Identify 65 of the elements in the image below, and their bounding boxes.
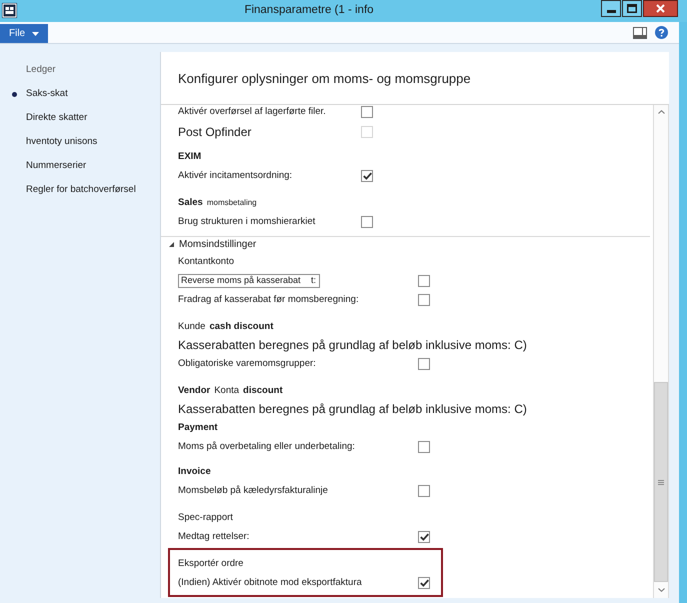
caret-down-icon	[32, 32, 40, 36]
section-heading: discount	[243, 386, 283, 396]
minimize-button[interactable]	[601, 0, 621, 17]
section-heading: EXIM	[178, 152, 202, 162]
checkbox[interactable]	[418, 441, 430, 453]
checkmark-icon	[362, 172, 372, 180]
chevron-down-icon	[658, 588, 664, 592]
maximize-icon	[627, 4, 637, 13]
close-icon	[656, 4, 665, 13]
checkbox-label: Aktivér overførsel af lagerførte filer.	[178, 107, 326, 117]
checkbox-label: Momsbeløb på kæledyrsfakturalinje	[178, 486, 328, 496]
checkbox-label: Brug strukturen i momshierarkiet	[178, 217, 316, 227]
checkbox-label: Moms på overbetaling eller underbetaling:	[178, 442, 355, 452]
section-heading: Sales	[178, 198, 203, 208]
panel-title: Konfigurer oplysninger om moms- og momsgruppe	[178, 72, 471, 84]
help-icon[interactable]	[655, 26, 668, 39]
checkbox-label: (Indien) Aktivér obitnote mod eksportfaktura	[178, 578, 362, 588]
scrollbar-track[interactable]	[653, 105, 669, 598]
checkbox[interactable]	[418, 274, 430, 286]
info-text: Kasserabatten beregnes på grundlag af beløb inklusive moms: C)	[178, 339, 527, 351]
window-title: Finansparametre (1 - info	[244, 5, 374, 17]
checkbox-label: Medtag rettelser:	[178, 532, 250, 542]
group-title[interactable]: Momsindstillinger	[179, 240, 256, 250]
checkbox[interactable]	[418, 485, 430, 497]
checkbox[interactable]	[418, 358, 430, 370]
info-text: Kasserabatten beregnes på grundlag af beløb inklusive moms: C)	[178, 403, 527, 415]
chevron-up-icon	[658, 110, 664, 114]
checkmark-icon	[420, 533, 428, 541]
close-button[interactable]	[643, 0, 678, 17]
nav-item[interactable]: Direkte skatter	[0, 106, 160, 130]
field-label: Konta	[214, 386, 240, 396]
section-heading: Vendor	[178, 386, 210, 396]
layout-icon[interactable]	[633, 26, 647, 38]
nav-item[interactable]: Nummerserier	[0, 154, 160, 178]
checkbox-label: Fradrag af kasserabat før momsberegning:	[178, 295, 359, 305]
checkbox[interactable]	[361, 106, 373, 118]
nav-item[interactable]: Saks-skat	[0, 82, 160, 106]
field-label: Kunde	[178, 322, 206, 332]
nav-item[interactable]: hventoty unisons	[0, 130, 160, 154]
checkmark-icon	[420, 579, 428, 587]
checkbox-label: Aktivér incitamentsordning:	[178, 171, 292, 181]
section-heading: Payment	[178, 422, 218, 432]
scrollbar-thumb[interactable]	[654, 382, 668, 582]
file-menu-button[interactable]: File	[0, 24, 48, 43]
minimize-icon	[606, 10, 616, 13]
grip-icon	[658, 480, 664, 484]
app-icon	[2, 3, 17, 18]
text-field[interactable]: Reverse moms på kasserabat t:	[178, 274, 320, 288]
checkbox-label: Post Opfinder	[178, 126, 252, 138]
checkbox[interactable]	[418, 294, 430, 306]
maximize-button[interactable]	[622, 0, 642, 17]
checkbox[interactable]	[361, 216, 373, 228]
checkbox[interactable]	[418, 531, 430, 543]
checkbox[interactable]	[361, 170, 373, 182]
field-label: Kontantkonto	[178, 256, 234, 266]
field-label: Eksportér ordre	[178, 558, 244, 568]
checkbox[interactable]	[418, 577, 430, 589]
checkbox-label: Obligatoriske varemomsgrupper:	[178, 359, 316, 369]
section-heading: cash discount	[209, 322, 274, 332]
section-heading: Invoice	[178, 466, 211, 476]
nav-header: Ledger	[26, 65, 56, 75]
expanded-triangle-icon[interactable]	[169, 242, 174, 247]
field-label: momsbetaling	[206, 198, 257, 207]
nav-item[interactable]: Regler for batchoverførsel	[0, 178, 160, 202]
field-label: Spec-rapport	[178, 512, 233, 522]
